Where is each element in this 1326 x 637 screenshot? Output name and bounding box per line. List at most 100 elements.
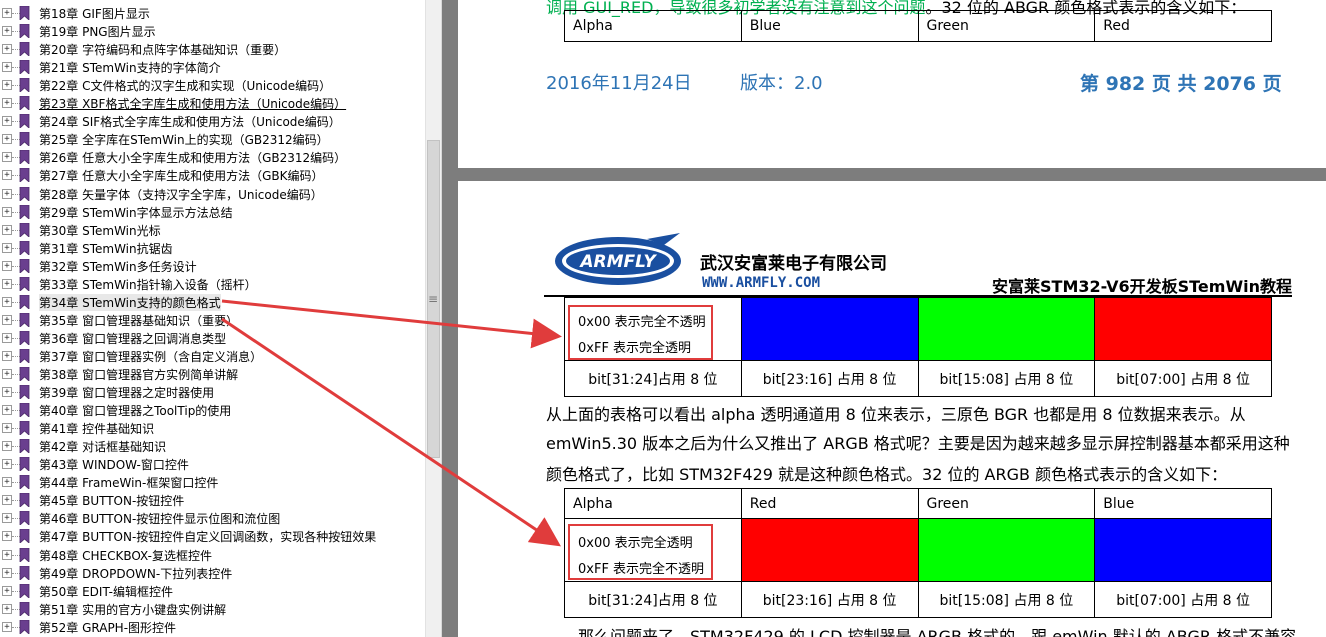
bookmark-item[interactable]: + 第39章 窗口管理器之定时器使用 [0, 383, 425, 401]
bookmark-item[interactable]: + 第47章 BUTTON-按钮控件自定义回调函数，实现各种按钮效果 [0, 527, 425, 545]
bookmark-scrollbar[interactable]: ≡ [425, 0, 442, 637]
bookmark-item[interactable]: + 第38章 窗口管理器官方实例简单讲解 [0, 365, 425, 383]
expand-icon[interactable]: + [2, 423, 12, 434]
bookmark-label: 第47章 BUTTON-按钮控件自定义回调函数，实现各种按钮效果 [39, 530, 377, 545]
bookmark-item[interactable]: + 第37章 窗口管理器实例（含自定义消息） [0, 347, 425, 365]
bookmark-item[interactable]: + 第41章 控件基础知识 [0, 419, 425, 437]
armfly-logo: ARMFLY [555, 233, 681, 285]
expand-icon[interactable]: + [2, 531, 12, 542]
green-swatch [917, 297, 1096, 361]
document-viewer[interactable]: 调用 GUI_RED，导致很多初学者没有注意到这个问题。32 位的 ABGR 颜… [442, 0, 1326, 637]
bookmark-item[interactable]: + 第43章 WINDOW-窗口控件 [0, 455, 425, 473]
expand-icon[interactable]: + [2, 314, 12, 325]
bookmark-item[interactable]: + 第24章 SIF格式全字库生成和使用方法（Unicode编码） [0, 112, 425, 130]
bookmark-item[interactable]: + 第35章 窗口管理器基础知识（重要） [0, 311, 425, 329]
bookmark-icon [19, 114, 30, 129]
expand-icon[interactable]: + [2, 603, 12, 614]
bookmark-item[interactable]: + 第36章 窗口管理器之回调消息类型 [0, 329, 425, 347]
bookmark-item[interactable]: + 第51章 实用的官方小键盘实例讲解 [0, 600, 425, 618]
bookmark-item[interactable]: + 第52章 GRAPH-图形控件 [0, 618, 425, 636]
bookmark-item[interactable]: + 第44章 FrameWin-框架窗口控件 [0, 473, 425, 491]
bookmark-item[interactable]: + 第50章 EDIT-编辑框控件 [0, 582, 425, 600]
bookmark-item[interactable]: + 第30章 STemWin光标 [0, 221, 425, 239]
pdf-page-983: ARMFLY 武汉安富莱电子有限公司 WWW.ARMFLY.COM 安富莱STM… [458, 181, 1326, 637]
header-cell: Green [917, 488, 1096, 519]
expand-icon[interactable]: + [2, 260, 12, 271]
expand-icon[interactable]: + [2, 134, 12, 145]
expand-icon[interactable]: + [2, 8, 12, 18]
bookmark-item[interactable]: + 第21章 STemWin支持的字体简介 [0, 58, 425, 76]
bookmark-label: 第38章 窗口管理器官方实例简单讲解 [39, 368, 239, 382]
bookmark-label: 第43章 WINDOW-窗口控件 [39, 458, 189, 473]
bookmark-item[interactable]: + 第25章 全字库在STemWin上的实现（GB2312编码） [0, 130, 425, 148]
bookmark-label: 第36章 窗口管理器之回调消息类型 [39, 331, 227, 346]
bookmark-item[interactable]: + 第48章 CHECKBOX-复选框控件 [0, 546, 425, 564]
expand-icon[interactable]: + [2, 44, 12, 55]
expand-icon[interactable]: + [2, 477, 12, 488]
expand-icon[interactable]: + [2, 459, 12, 470]
expand-icon[interactable]: + [2, 369, 12, 379]
expand-icon[interactable]: + [2, 116, 12, 127]
bookmark-label: 第45章 BUTTON-按钮控件 [39, 494, 185, 509]
expand-icon[interactable]: + [2, 332, 12, 343]
bookmark-item[interactable]: + 第34章 STemWin支持的颜色格式 [0, 293, 425, 311]
green-swatch [917, 518, 1096, 582]
expand-icon[interactable]: + [2, 278, 12, 289]
bookmark-item[interactable]: + 第19章 PNG图片显示 [0, 22, 425, 40]
bookmark-icon [19, 493, 30, 508]
expand-icon[interactable]: + [2, 98, 12, 109]
bookmark-label: 第52章 GRAPH-图形控件 [39, 620, 177, 635]
bookmark-item[interactable]: + 第33章 STemWin指针输入设备（摇杆） [0, 275, 425, 293]
bookmark-label: 第41章 控件基础知识 [39, 422, 155, 437]
bookmark-icon [19, 6, 30, 20]
bookmark-icon [19, 565, 30, 580]
bookmark-item[interactable]: + 第27章 任意大小全字库生成和使用方法（GBK编码） [0, 166, 425, 184]
bookmark-item[interactable]: + 第28章 矢量字体（支持汉字全字库，Unicode编码） [0, 185, 425, 203]
bookmark-icon [19, 475, 30, 490]
bookmark-icon [19, 24, 30, 39]
annotation-box-argb: 0x00 表示完全透明 0xFF 表示完全不透明 [568, 524, 713, 580]
expand-icon[interactable]: + [2, 405, 12, 416]
expand-icon[interactable]: + [2, 495, 12, 506]
bookmark-item[interactable]: + 第45章 BUTTON-按钮控件 [0, 491, 425, 509]
bookmark-item[interactable]: + 第31章 STemWin抗锯齿 [0, 239, 425, 257]
expand-icon[interactable]: + [2, 387, 12, 398]
expand-icon[interactable]: + [2, 188, 12, 199]
bookmark-item[interactable]: + 第20章 字符编码和点阵字体基础知识（重要） [0, 40, 425, 58]
expand-icon[interactable]: + [2, 585, 12, 596]
expand-icon[interactable]: + [2, 296, 12, 307]
expand-icon[interactable]: + [2, 62, 12, 73]
expand-icon[interactable]: + [2, 621, 12, 632]
bookmark-label: 第28章 矢量字体（支持汉字全字库，Unicode编码） [39, 187, 323, 202]
bookmark-item[interactable]: + 第26章 任意大小全字库生成和使用方法（GB2312编码） [0, 148, 425, 166]
expand-icon[interactable]: + [2, 549, 12, 560]
expand-icon[interactable]: + [2, 152, 12, 163]
bookmark-item[interactable]: + 第32章 STemWin多任务设计 [0, 257, 425, 275]
expand-icon[interactable]: + [2, 80, 12, 91]
bookmark-icon [19, 96, 30, 111]
header-cell: Green [917, 10, 1096, 42]
bookmark-item[interactable]: + 第22章 C文件格式的汉字生成和实现（Unicode编码） [0, 76, 425, 94]
expand-icon[interactable]: + [2, 441, 12, 452]
expand-icon[interactable]: + [2, 170, 12, 181]
expand-icon[interactable]: + [2, 567, 12, 578]
header-cell: Blue [1094, 488, 1272, 519]
bit-label: bit[23:16] 占用 8 位 [740, 360, 919, 397]
expand-icon[interactable]: + [2, 513, 12, 524]
bookmark-item[interactable]: + 第49章 DROPDOWN-下拉列表控件 [0, 564, 425, 582]
bookmark-item[interactable]: + 第42章 对话框基础知识 [0, 437, 425, 455]
bookmark-item[interactable]: + 第46章 BUTTON-按钮控件显示位图和流位图 [0, 509, 425, 527]
abgr-box-line1: 0x00 表示完全不透明 [578, 315, 706, 330]
expand-icon[interactable]: + [2, 26, 12, 37]
expand-icon[interactable]: + [2, 206, 12, 217]
bookmark-item[interactable]: + 第40章 窗口管理器之ToolTip的使用 [0, 401, 425, 419]
expand-icon[interactable]: + [2, 242, 12, 253]
bookmark-item[interactable]: + 第23章 XBF格式全字库生成和使用方法（Unicode编码） [0, 94, 425, 112]
bookmark-item[interactable]: + 第29章 STemWin字体显示方法总结 [0, 203, 425, 221]
bookmark-label: 第25章 全字库在STemWin上的实现（GB2312编码） [39, 133, 329, 148]
expand-icon[interactable]: + [2, 350, 12, 361]
bookmark-item[interactable]: + 第18章 GIF图片显示 [0, 4, 425, 22]
argb-box-line2: 0xFF 表示完全不透明 [578, 562, 705, 577]
company-name: 武汉安富莱电子有限公司 [700, 254, 887, 274]
expand-icon[interactable]: + [2, 224, 12, 235]
